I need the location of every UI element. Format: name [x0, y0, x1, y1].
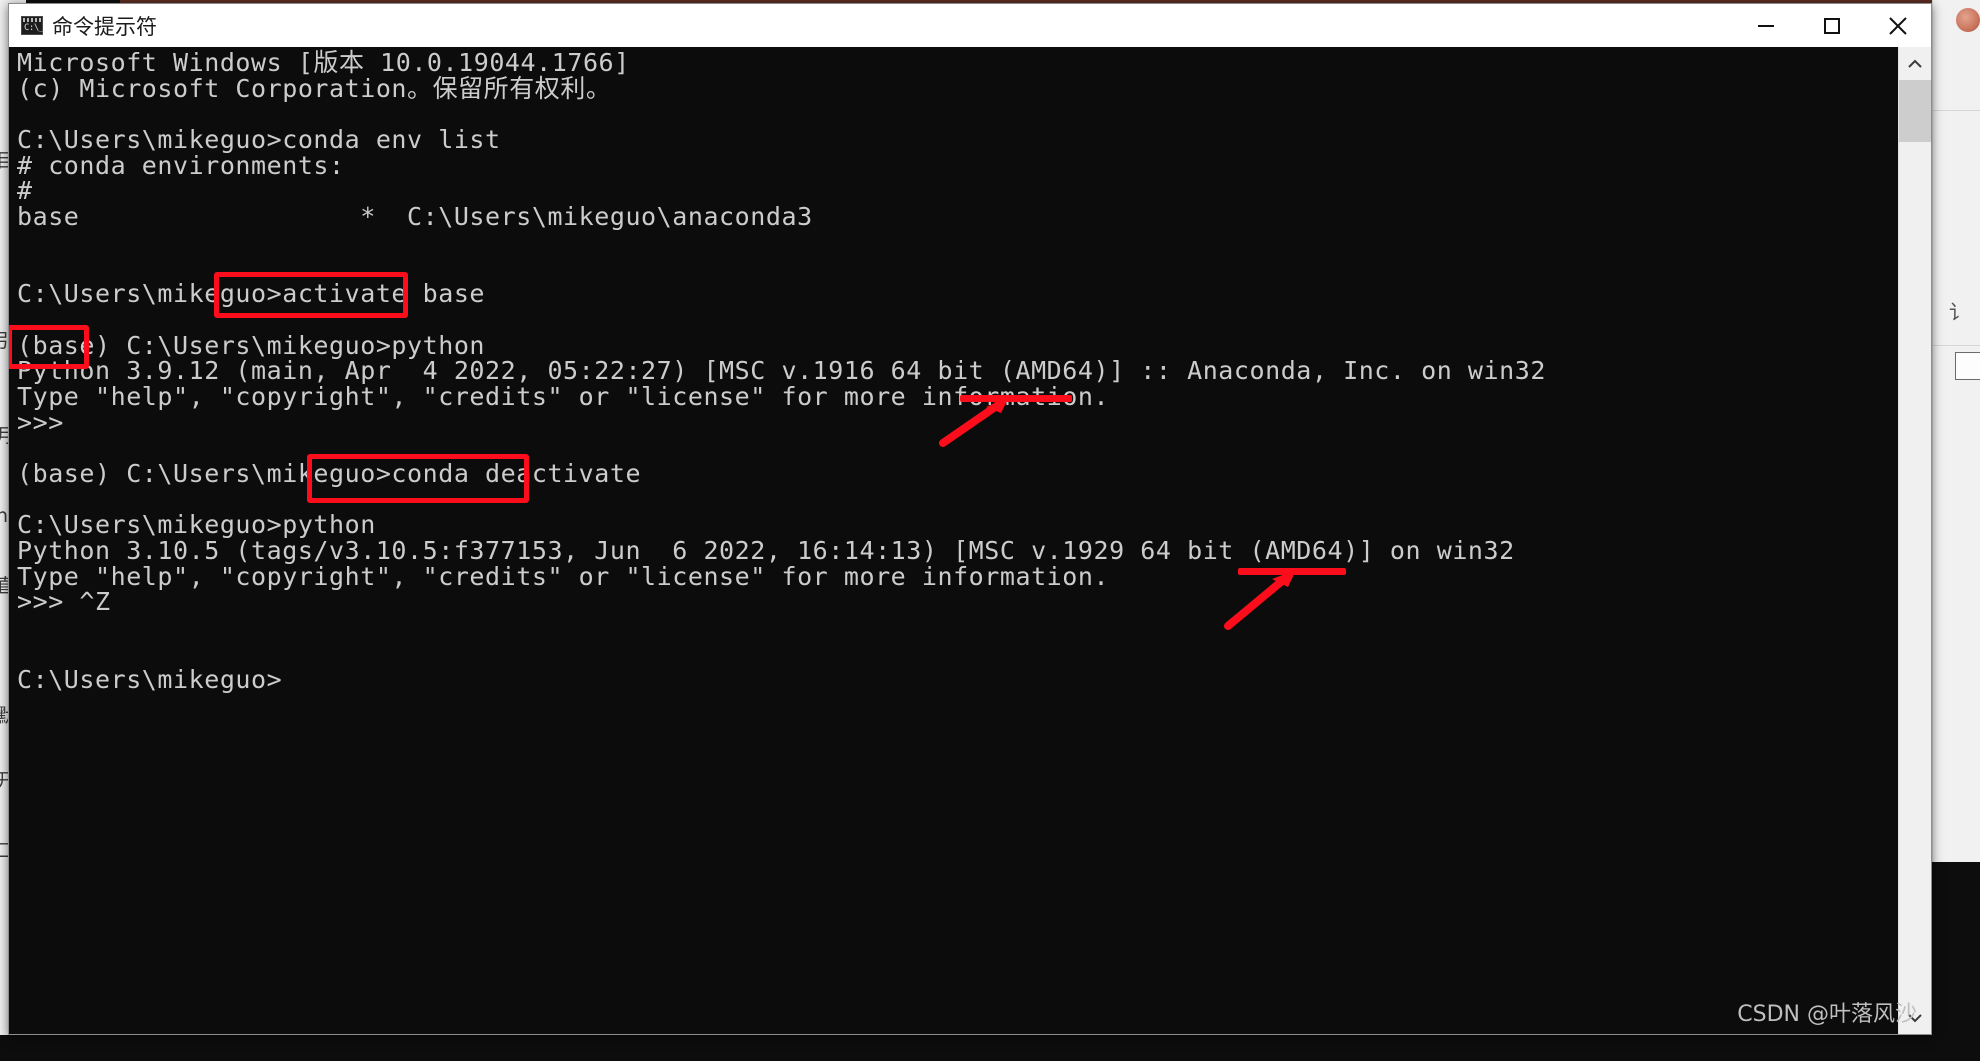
background-window-right[interactable]: 讠: [1932, 0, 1980, 862]
console-output-area[interactable]: Microsoft Windows [版本 10.0.19044.1766] (c…: [9, 47, 1931, 1034]
console-line: Type "help", "copyright", "credits" or "…: [17, 561, 1110, 591]
minimize-icon: [1758, 24, 1774, 27]
console-line: base * C:\Users\mikeguo\anaconda3: [17, 202, 813, 232]
minimize-button[interactable]: [1733, 4, 1799, 47]
console-line: C:\Users\mikeguo>: [17, 664, 283, 694]
console-line: (c) Microsoft Corporation。保留所有权利。: [17, 73, 612, 103]
console-line: C:\Users\mikeguo>python: [17, 510, 376, 540]
scroll-up-arrow-icon: [1908, 59, 1922, 68]
console-line: Type "help", "copyright", "credits" or "…: [17, 381, 1110, 411]
console-line: Microsoft Windows [版本 10.0.19044.1766]: [17, 48, 630, 77]
csdn-watermark: CSDN @叶落风沙: [1737, 1002, 1917, 1027]
close-icon: [1889, 16, 1907, 35]
console-text: Microsoft Windows [版本 10.0.19044.1766] (c…: [17, 50, 1871, 692]
background-window-checkbox[interactable]: [1955, 352, 1980, 380]
console-line: # conda environments:: [17, 150, 345, 180]
scroll-up-button[interactable]: [1899, 47, 1931, 80]
console-line: Python 3.10.5 (tags/v3.10.5:f377153, Jun…: [17, 536, 1515, 566]
close-button[interactable]: [1865, 4, 1931, 47]
console-line: >>> ^Z: [17, 587, 111, 617]
window-titlebar[interactable]: C:\_ 命令提示符: [9, 4, 1931, 48]
vertical-scrollbar[interactable]: [1898, 47, 1931, 1034]
command-prompt-icon-glyph: C:\_: [24, 23, 44, 33]
maximize-button[interactable]: [1799, 4, 1865, 47]
console-line: (base) C:\Users\mikeguo>conda deactivate: [17, 459, 642, 488]
console-line: Python 3.9.12 (main, Apr 4 2022, 05:22:2…: [17, 356, 1546, 386]
console-line: (base) C:\Users\mikeguo>python: [17, 330, 486, 360]
command-prompt-window: C:\_ 命令提示符 Microsoft Windows [版本 10.0.19…: [8, 3, 1932, 1035]
maximize-icon: [1824, 17, 1840, 34]
console-line: >>>: [17, 407, 64, 437]
scrollbar-thumb[interactable]: [1899, 80, 1931, 142]
command-prompt-icon: C:\_: [21, 16, 44, 35]
console-line: C:\Users\mikeguo>activate base: [17, 279, 486, 309]
window-controls: [1733, 4, 1931, 47]
console-line: C:\Users\mikeguo>conda env list: [17, 125, 501, 155]
console-line: #: [17, 176, 33, 206]
page-title: 命令提示符: [52, 14, 157, 39]
background-window-glyph: 讠: [1949, 300, 1969, 324]
avatar: [1956, 8, 1980, 32]
